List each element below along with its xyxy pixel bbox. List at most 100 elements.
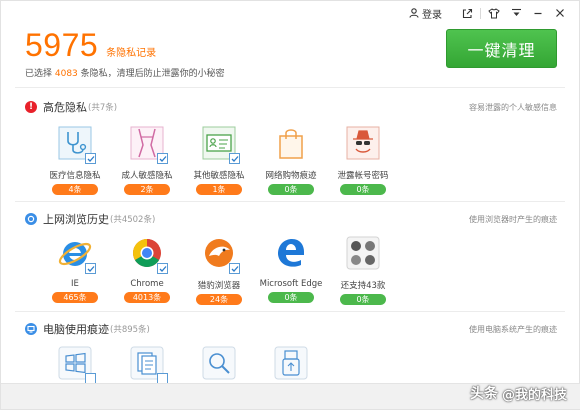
watermark-text: 头条 — [469, 386, 498, 402]
share-icon — [462, 8, 472, 18]
stethoscope-icon — [57, 125, 96, 164]
selected-checkbox[interactable] — [229, 153, 240, 164]
section-computer-title: 电脑使用痕迹 (共895条) — [25, 321, 150, 337]
browser-section-icon — [25, 213, 37, 225]
watermark: 头条 @我的科技 — [470, 383, 567, 403]
section-note: 使用浏览器时产生的痕迹 — [469, 215, 557, 224]
item-online-shopping[interactable]: 网络购物痕迹 0条 — [256, 125, 326, 195]
item-usb-history[interactable] — [256, 345, 326, 381]
item-windows-system[interactable] — [40, 345, 110, 384]
section-title-label: 上网浏览历史 — [43, 213, 109, 226]
cheetah-browser-icon — [201, 235, 240, 274]
item-label: IE — [71, 279, 79, 289]
checkmark-icon — [87, 155, 94, 162]
skin-button[interactable] — [483, 5, 505, 21]
count-badge: 0条 — [268, 292, 314, 303]
item-other-sensitive[interactable]: 其他敏感隐私 1条 — [184, 125, 254, 195]
section-divider — [15, 201, 565, 202]
computer-section-icon — [25, 323, 37, 335]
shopping-bag-icon — [273, 125, 309, 161]
checkmark-icon — [159, 155, 166, 162]
privacy-record-count: 5975 — [25, 27, 99, 63]
usb-drive-icon — [273, 345, 309, 381]
item-more-browsers[interactable]: 还支持43款 0条 — [328, 235, 398, 305]
watermark-handle: @我的科技 — [501, 387, 567, 403]
item-label: 猎豹浏览器 — [197, 281, 241, 291]
close-icon — [556, 9, 564, 17]
count-badge: 465条 — [52, 292, 98, 303]
selected-checkbox[interactable] — [157, 263, 168, 274]
checkmark-icon — [231, 155, 238, 162]
minimize-icon — [534, 12, 542, 15]
close-button[interactable] — [549, 5, 571, 21]
section-note: 使用电脑系统产生的痕迹 — [469, 325, 557, 334]
documents-icon — [129, 345, 168, 384]
user-icon — [409, 8, 419, 18]
item-label: 还支持43款 — [340, 281, 386, 291]
count-badge: 4条 — [52, 184, 98, 195]
selected-checkbox[interactable] — [229, 263, 240, 274]
item-label: Microsoft Edge — [259, 279, 323, 289]
summary-header: 5975 条隐私记录 已选择 4083 条隐私，清理后防止泄露你的小秘密 — [25, 27, 225, 79]
item-recent-documents[interactable] — [112, 345, 182, 384]
checkmark-icon — [87, 265, 94, 272]
windows-icon — [57, 345, 96, 384]
count-badge: 1条 — [196, 184, 242, 195]
count-badge: 0条 — [340, 294, 386, 305]
internet-explorer-icon — [57, 235, 96, 274]
one-click-clean-button[interactable]: 一键清理 — [446, 29, 557, 68]
item-label: 医疗信息隐私 — [49, 171, 101, 181]
section-title-label: 高危隐私 — [43, 101, 87, 114]
item-medical-privacy[interactable]: 医疗信息隐私 4条 — [40, 125, 110, 195]
count-badge: 2条 — [124, 184, 170, 195]
warning-icon: ! — [25, 101, 37, 113]
selection-prefix: 已选择 — [25, 69, 55, 79]
spy-icon — [345, 125, 381, 161]
toolbar-divider — [480, 7, 481, 19]
selected-count: 4083 — [54, 69, 78, 79]
selected-checkbox[interactable] — [85, 153, 96, 164]
selection-summary: 已选择 4083 条隐私，清理后防止泄露你的小秘密 — [25, 66, 225, 79]
login-label: 登录 — [422, 9, 442, 21]
item-label: Chrome — [130, 279, 164, 289]
item-label: 成人敏感隐私 — [121, 171, 173, 181]
checkmark-icon — [159, 265, 166, 272]
checkmark-icon — [231, 265, 238, 272]
section-browsing-title: 上网浏览历史 (共4502条) — [25, 211, 155, 227]
item-search-history[interactable] — [184, 345, 254, 381]
item-label: 网络购物痕迹 — [265, 171, 317, 181]
magnifier-icon — [201, 345, 237, 381]
item-label: 其他敏感隐私 — [193, 171, 245, 181]
menu-button[interactable] — [505, 5, 527, 21]
title-bar-controls: 登录 — [409, 5, 571, 21]
share-button[interactable] — [456, 5, 478, 21]
count-badge: 0条 — [340, 184, 386, 195]
chrome-icon — [129, 235, 168, 274]
item-leaked-passwords[interactable]: 泄露帐号密码 0条 — [328, 125, 398, 195]
selected-checkbox[interactable] — [85, 263, 96, 274]
menu-icon — [511, 8, 521, 16]
item-ie[interactable]: IE 465条 — [40, 235, 110, 303]
item-liebao-browser[interactable]: 猎豹浏览器 24条 — [184, 235, 254, 305]
section-count: (共7条) — [88, 103, 118, 113]
minimize-button[interactable] — [527, 5, 549, 21]
item-microsoft-edge[interactable]: Microsoft Edge 0条 — [256, 235, 326, 303]
privacy-cleaner-window: 登录 5975 条隐私记录 已选择 4083 条隐私，清理后防止泄露你的小秘密 … — [0, 0, 580, 410]
count-badge: 0条 — [268, 184, 314, 195]
item-chrome[interactable]: Chrome 4013条 — [112, 235, 182, 303]
stockings-icon — [129, 125, 168, 164]
header-divider — [15, 87, 565, 88]
section-count: (共895条) — [110, 325, 150, 335]
section-divider — [15, 311, 565, 312]
id-card-icon — [201, 125, 240, 164]
section-high-risk-title: ! 高危隐私 (共7条) — [25, 99, 117, 115]
selected-checkbox[interactable] — [157, 153, 168, 164]
count-badge: 24条 — [196, 294, 242, 305]
item-label: 泄露帐号密码 — [337, 171, 389, 181]
section-count: (共4502条) — [110, 215, 156, 225]
selection-suffix: 条隐私，清理后防止泄露你的小秘密 — [77, 69, 225, 79]
item-adult-privacy[interactable]: 成人敏感隐私 2条 — [112, 125, 182, 195]
privacy-record-unit: 条隐私记录 — [106, 48, 157, 59]
section-note: 容易泄露的个人敏感信息 — [469, 103, 557, 112]
login-button[interactable]: 登录 — [409, 6, 442, 21]
